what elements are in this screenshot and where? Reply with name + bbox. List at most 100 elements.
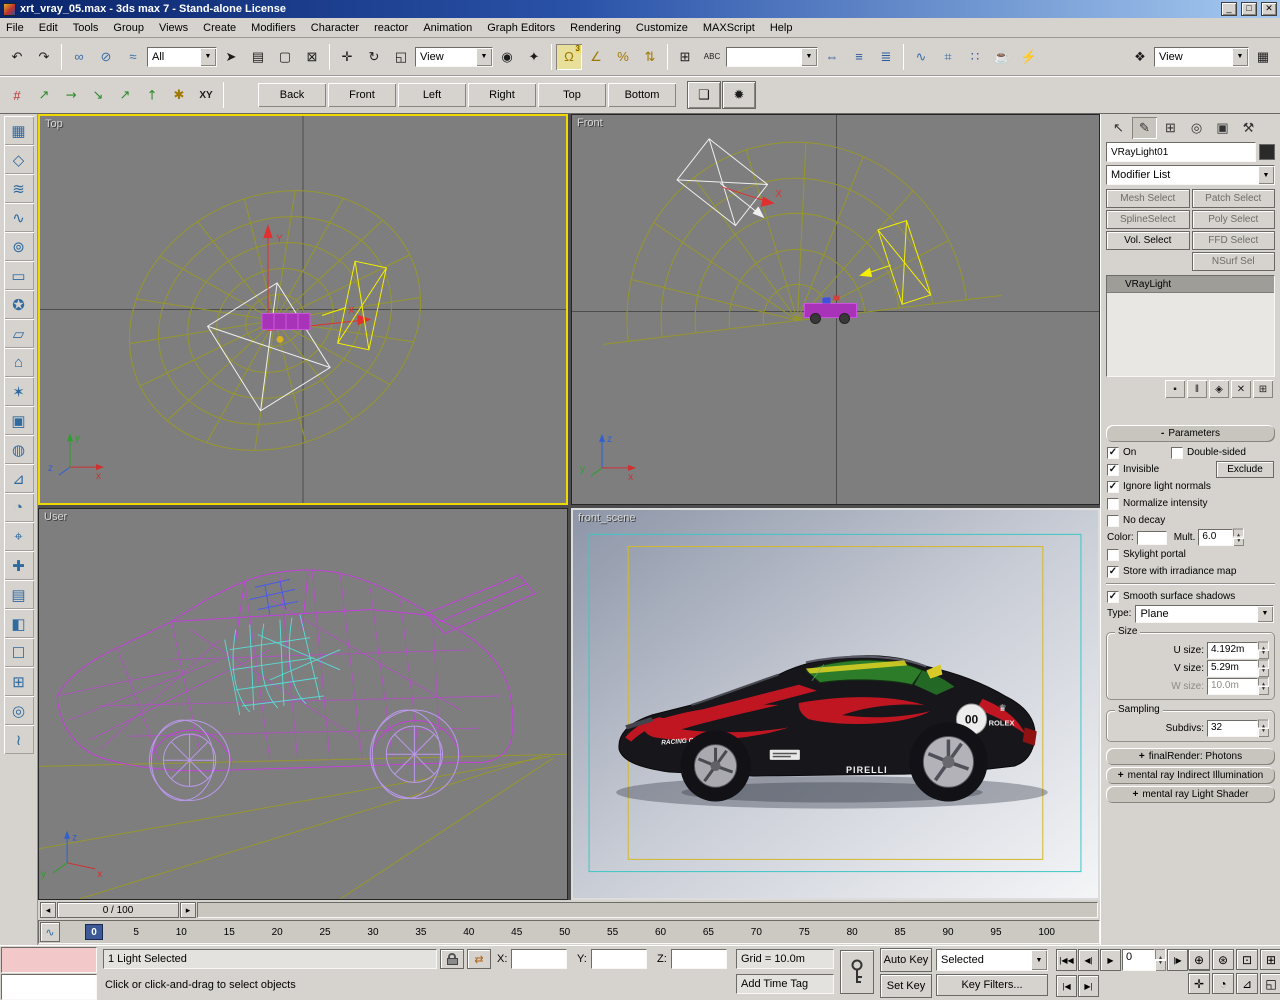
viewport-tab[interactable]: Right — [468, 83, 536, 107]
viewport-front[interactable]: Front — [571, 114, 1100, 505]
modifier-set-button[interactable]: Mesh Select — [1106, 189, 1190, 208]
select-and-link-icon[interactable]: ∞ — [66, 44, 92, 70]
subdivs-spinner[interactable]: 32 ▼▼ — [1207, 720, 1269, 737]
viewport-top[interactable]: Top — [38, 114, 568, 505]
ignore-normals-checkbox[interactable]: ✓ — [1107, 481, 1119, 493]
reactor-tool-icon[interactable]: ▤ — [4, 580, 34, 609]
maxscript-mini-listener-pink[interactable] — [1, 947, 97, 973]
rollout-header[interactable]: + mental ray Light Shader — [1106, 786, 1275, 803]
dropdown-arrow-icon[interactable]: ▼ — [1232, 48, 1248, 66]
next-frame-button[interactable]: |▶ — [1167, 949, 1188, 971]
previous-frame-button[interactable]: ◀| — [1078, 949, 1099, 971]
viewport-tab[interactable]: Back — [258, 83, 326, 107]
light-color-swatch[interactable] — [1137, 531, 1167, 545]
keyboard-override-button[interactable] — [840, 950, 874, 994]
modifier-set-button[interactable]: Vol. Select — [1106, 231, 1190, 250]
no-decay-checkbox[interactable] — [1107, 515, 1119, 527]
x-coordinate-field[interactable] — [511, 949, 567, 969]
curve-editor-icon[interactable]: ∿ — [908, 44, 934, 70]
menu-item[interactable]: Character — [311, 22, 359, 34]
selection-filter-dropdown[interactable]: All ▼ — [147, 47, 217, 67]
double-sided-checkbox[interactable] — [1171, 447, 1183, 459]
skylight-portal-checkbox[interactable] — [1107, 549, 1119, 561]
time-slider-prev-button[interactable]: ◂ — [40, 902, 56, 918]
go-to-start-button[interactable]: |◀◀ — [1056, 949, 1077, 971]
mult-spinner[interactable]: 6.0 ▼▼ — [1198, 529, 1244, 546]
show-end-result-icon[interactable]: ‖ — [1187, 380, 1207, 398]
grid-snap-icon[interactable]: # — [4, 82, 30, 108]
arc-rotate-icon[interactable]: ◔ — [1212, 973, 1234, 994]
material-editor-icon[interactable]: ∷ — [962, 44, 988, 70]
motion-tab-icon[interactable]: ◎ — [1184, 117, 1209, 139]
dropdown-arrow-icon[interactable]: ▼ — [476, 48, 492, 66]
modifier-set-button[interactable]: Patch Select — [1192, 189, 1276, 208]
menu-item[interactable]: Customize — [636, 22, 688, 34]
v-size-spinner[interactable]: 5.29m ▼▼ — [1207, 660, 1269, 677]
rollout-header[interactable]: + finalRender: Photons — [1106, 748, 1275, 765]
current-frame-spinner[interactable]: 0 ▼▼ — [1122, 949, 1166, 971]
modifier-stack-list[interactable]: VRayLight — [1106, 275, 1275, 377]
modifier-set-button[interactable]: FFD Select — [1192, 231, 1276, 250]
use-center-icon[interactable]: ◉ — [494, 44, 520, 70]
reactor-tool-icon[interactable]: ◇ — [4, 145, 34, 174]
select-object-icon[interactable]: ➤ — [218, 44, 244, 70]
view-dropdown[interactable]: View ▼ — [1154, 47, 1249, 67]
mini-curve-editor-button[interactable]: ∿ — [40, 922, 60, 942]
menu-item[interactable]: Views — [159, 22, 188, 34]
zoom-region-icon[interactable]: ⊞ — [1260, 949, 1280, 970]
smooth-shadows-checkbox[interactable]: ✓ — [1107, 591, 1119, 603]
reactor-tool-icon[interactable]: ⊞ — [4, 667, 34, 696]
viewport-tab[interactable]: Bottom — [608, 83, 676, 107]
modifier-set-button[interactable]: NSurf Sel — [1192, 252, 1276, 271]
restrict-plane-2-icon[interactable]: ↗ — [134, 77, 171, 114]
reactor-tool-icon[interactable]: ▦ — [4, 116, 34, 145]
layer-manager-icon[interactable]: ≣ — [873, 44, 899, 70]
cube-view-icon[interactable]: ❑ — [687, 81, 721, 109]
timeline-ruler[interactable]: ∿ 0 051015202530354045505560657075808590… — [38, 920, 1100, 944]
undo-icon[interactable]: ↶ — [4, 44, 30, 70]
min-max-toggle-icon[interactable]: ◱ — [1260, 973, 1280, 994]
dropdown-arrow-icon[interactable]: ▼ — [801, 48, 817, 66]
reactor-tool-icon[interactable]: ≀ — [4, 725, 34, 754]
select-and-move-icon[interactable]: ✛ — [334, 44, 360, 70]
menu-item[interactable]: Edit — [39, 22, 58, 34]
on-checkbox[interactable]: ✓ — [1107, 447, 1119, 459]
viewport-front-scene[interactable]: front_scene — [571, 508, 1100, 900]
store-irradiance-checkbox[interactable]: ✓ — [1107, 566, 1119, 578]
menu-item[interactable]: File — [6, 22, 24, 34]
schematic-view-icon[interactable]: ⌗ — [935, 44, 961, 70]
reactor-tool-icon[interactable]: ◍ — [4, 435, 34, 464]
restrict-y-icon[interactable]: ↗ — [53, 77, 90, 114]
bind-to-spacewarp-icon[interactable]: ≈ — [120, 44, 146, 70]
views-icon[interactable]: ❖ — [1127, 44, 1153, 70]
unlink-selection-icon[interactable]: ⊘ — [93, 44, 119, 70]
reactor-tool-icon[interactable]: ∿ — [4, 203, 34, 232]
add-time-tag-field[interactable]: Add Time Tag — [736, 974, 834, 994]
key-step-prev-button[interactable]: |◀ — [1056, 975, 1077, 997]
invisible-checkbox[interactable]: ✓ — [1107, 464, 1119, 476]
restrict-z-icon[interactable]: ↗ — [85, 82, 111, 108]
z-coordinate-field[interactable] — [671, 949, 727, 969]
menu-item[interactable]: Animation — [423, 22, 472, 34]
make-unique-icon[interactable]: ◈ — [1209, 380, 1229, 398]
viewport-tab[interactable]: Top — [538, 83, 606, 107]
menu-item[interactable]: reactor — [374, 22, 408, 34]
viewport-label[interactable]: User — [44, 511, 67, 523]
pan-icon[interactable]: ✛ — [1188, 973, 1210, 994]
dropdown-arrow-icon[interactable]: ▼ — [1257, 606, 1273, 622]
reactor-tool-icon[interactable]: ⌂ — [4, 348, 34, 377]
maximize-button[interactable]: □ — [1241, 2, 1257, 16]
key-step-next-button[interactable]: ▶| — [1078, 975, 1099, 997]
parameters-rollout-header[interactable]: - Parameters — [1106, 425, 1275, 442]
viewport-tab[interactable]: Left — [398, 83, 466, 107]
select-and-scale-icon[interactable]: ◱ — [388, 44, 414, 70]
modifier-set-button[interactable]: Poly Select — [1192, 210, 1276, 229]
spin-up-icon[interactable]: ▼ — [1258, 720, 1269, 729]
spin-down-icon[interactable]: ▼ — [1233, 538, 1244, 547]
reactor-tool-icon[interactable]: ▱ — [4, 319, 34, 348]
minimize-button[interactable]: _ — [1221, 2, 1237, 16]
reactor-tool-icon[interactable]: ✶ — [4, 377, 34, 406]
named-selection-sets-icon[interactable]: ⊞ — [672, 44, 698, 70]
menu-item[interactable]: Graph Editors — [487, 22, 555, 34]
edit-named-selections-icon[interactable]: ABC — [699, 44, 725, 70]
